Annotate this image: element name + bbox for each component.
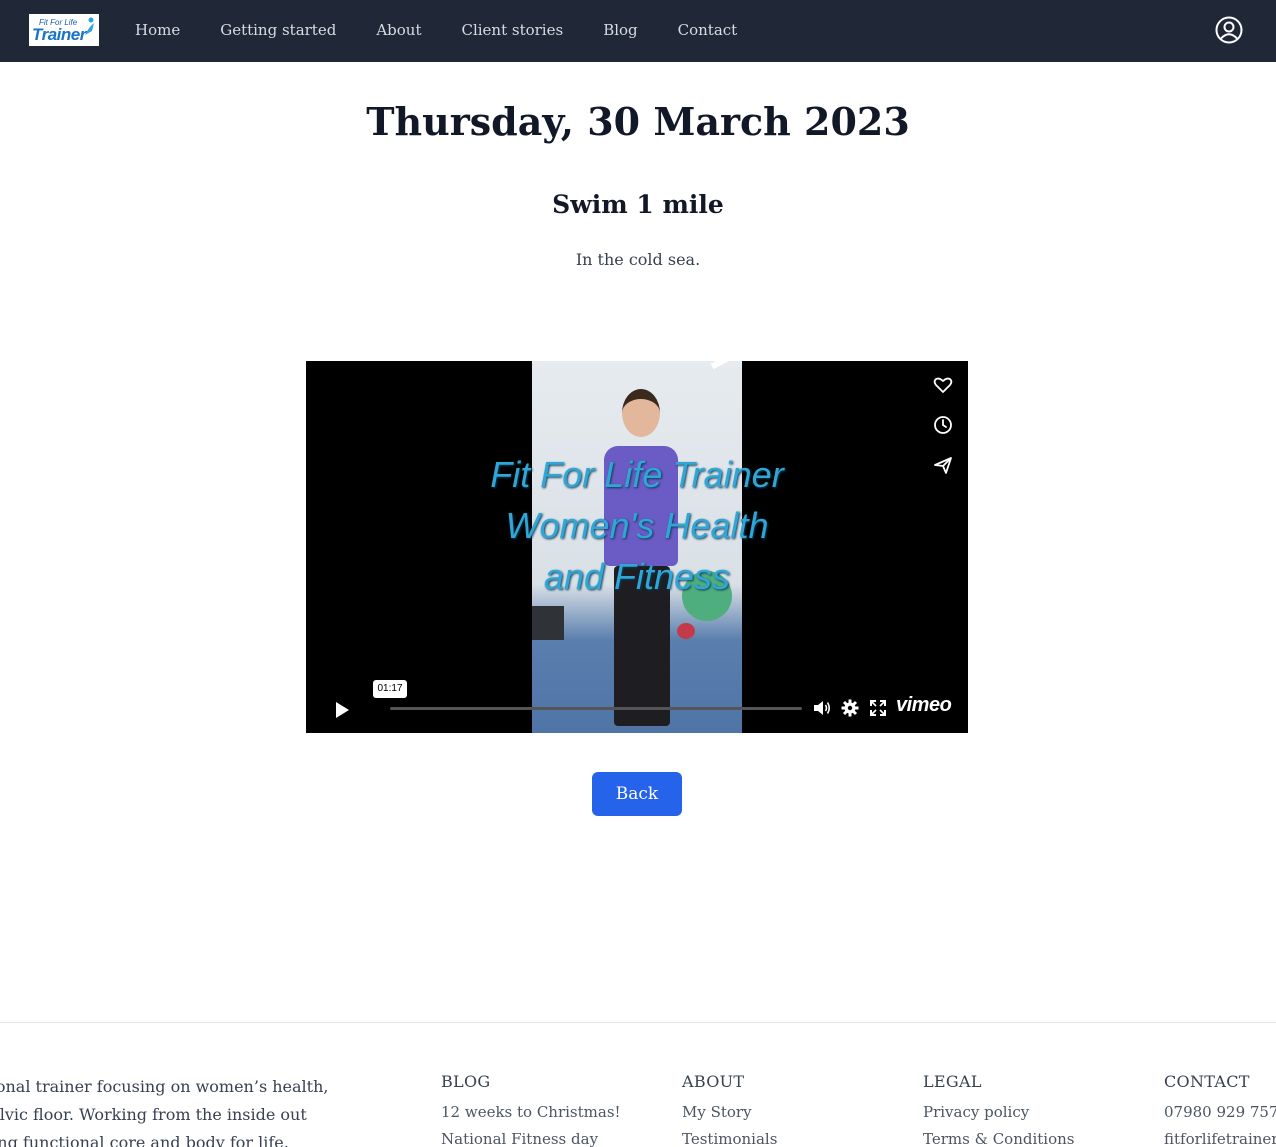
overlay-line: Women's Health: [505, 505, 769, 546]
video-title-overlay: Fit For Life Trainer Women's Health and …: [306, 449, 968, 602]
overlay-line: and Fitness: [543, 556, 731, 597]
logo-figure-icon: [85, 17, 94, 35]
nav-client-stories[interactable]: Client stories: [461, 20, 563, 40]
footer-legal-heading: LEGAL: [923, 1072, 982, 1091]
volume-icon[interactable]: [812, 698, 832, 718]
back-button[interactable]: Back: [592, 772, 682, 816]
page-title-date: Thursday, 30 March 2023: [366, 99, 910, 144]
logo-wordmark: Trainer: [32, 25, 86, 44]
footer-about-column: ABOUT My Story Testimonials: [682, 1072, 777, 1147]
footer-legal-column: LEGAL Privacy policy Terms & Conditions: [923, 1072, 1074, 1147]
footer-about-link[interactable]: My Story: [682, 1099, 777, 1126]
site-logo[interactable]: Fit For Life Trainer: [29, 14, 99, 46]
footer-about-line: pelvic floor. Working from the inside ou…: [0, 1105, 307, 1124]
footer-contact-phone[interactable]: 07980 929 757: [1164, 1099, 1276, 1126]
nav-home[interactable]: Home: [135, 20, 180, 40]
footer-blog-link[interactable]: National Fitness day: [441, 1126, 621, 1147]
nav-about[interactable]: About: [376, 20, 421, 40]
play-icon[interactable]: [330, 699, 352, 721]
footer-about-line: rong functional core and body for life.: [0, 1133, 289, 1147]
footer-contact-heading: CONTACT: [1164, 1072, 1250, 1091]
footer-about-heading: ABOUT: [682, 1072, 745, 1091]
vimeo-logo[interactable]: vimeo: [896, 694, 952, 717]
workout-title: Swim 1 mile: [552, 190, 724, 219]
nav-getting-started[interactable]: Getting started: [220, 20, 336, 40]
send-icon[interactable]: [932, 454, 954, 476]
top-navbar: Fit For Life Trainer Home Getting starte…: [0, 0, 1276, 62]
footer-blog-heading: BLOG: [441, 1072, 491, 1091]
workout-description: In the cold sea.: [575, 250, 701, 269]
fullscreen-icon[interactable]: [868, 698, 888, 718]
video-player[interactable]: Fit For Life Trainer Women's Health and …: [306, 361, 968, 733]
footer-blog-link[interactable]: 12 weeks to Christmas!: [441, 1099, 621, 1126]
footer-contact-column: CONTACT 07980 929 757 fitforlifetrainers: [1164, 1072, 1276, 1147]
footer-blog-column: BLOG 12 weeks to Christmas! National Fit…: [441, 1072, 621, 1147]
person-head: [622, 389, 660, 437]
footer-about-line: rsonal trainer focusing on women’s healt…: [0, 1077, 329, 1096]
main-nav: Home Getting started About Client storie…: [135, 20, 777, 40]
nav-blog[interactable]: Blog: [603, 20, 637, 40]
footer-contact-handle[interactable]: fitforlifetrainers: [1164, 1126, 1276, 1147]
clock-icon[interactable]: [932, 414, 954, 436]
footer-legal-link[interactable]: Terms & Conditions: [923, 1126, 1074, 1147]
kettlebell: [677, 623, 695, 639]
footer-about-link[interactable]: Testimonials: [682, 1126, 777, 1147]
footer-divider: [0, 1022, 1276, 1023]
account-icon[interactable]: [1214, 15, 1244, 45]
ceiling-light: [710, 361, 746, 370]
settings-gear-icon[interactable]: [840, 698, 860, 718]
footer-about-text: rsonal trainer focusing on women’s healt…: [0, 1073, 380, 1147]
footer-legal-link[interactable]: Privacy policy: [923, 1099, 1074, 1126]
weight-bench: [532, 606, 564, 640]
nav-contact[interactable]: Contact: [678, 20, 738, 40]
heart-icon[interactable]: [932, 374, 954, 396]
overlay-line: Fit For Life Trainer: [490, 454, 784, 495]
